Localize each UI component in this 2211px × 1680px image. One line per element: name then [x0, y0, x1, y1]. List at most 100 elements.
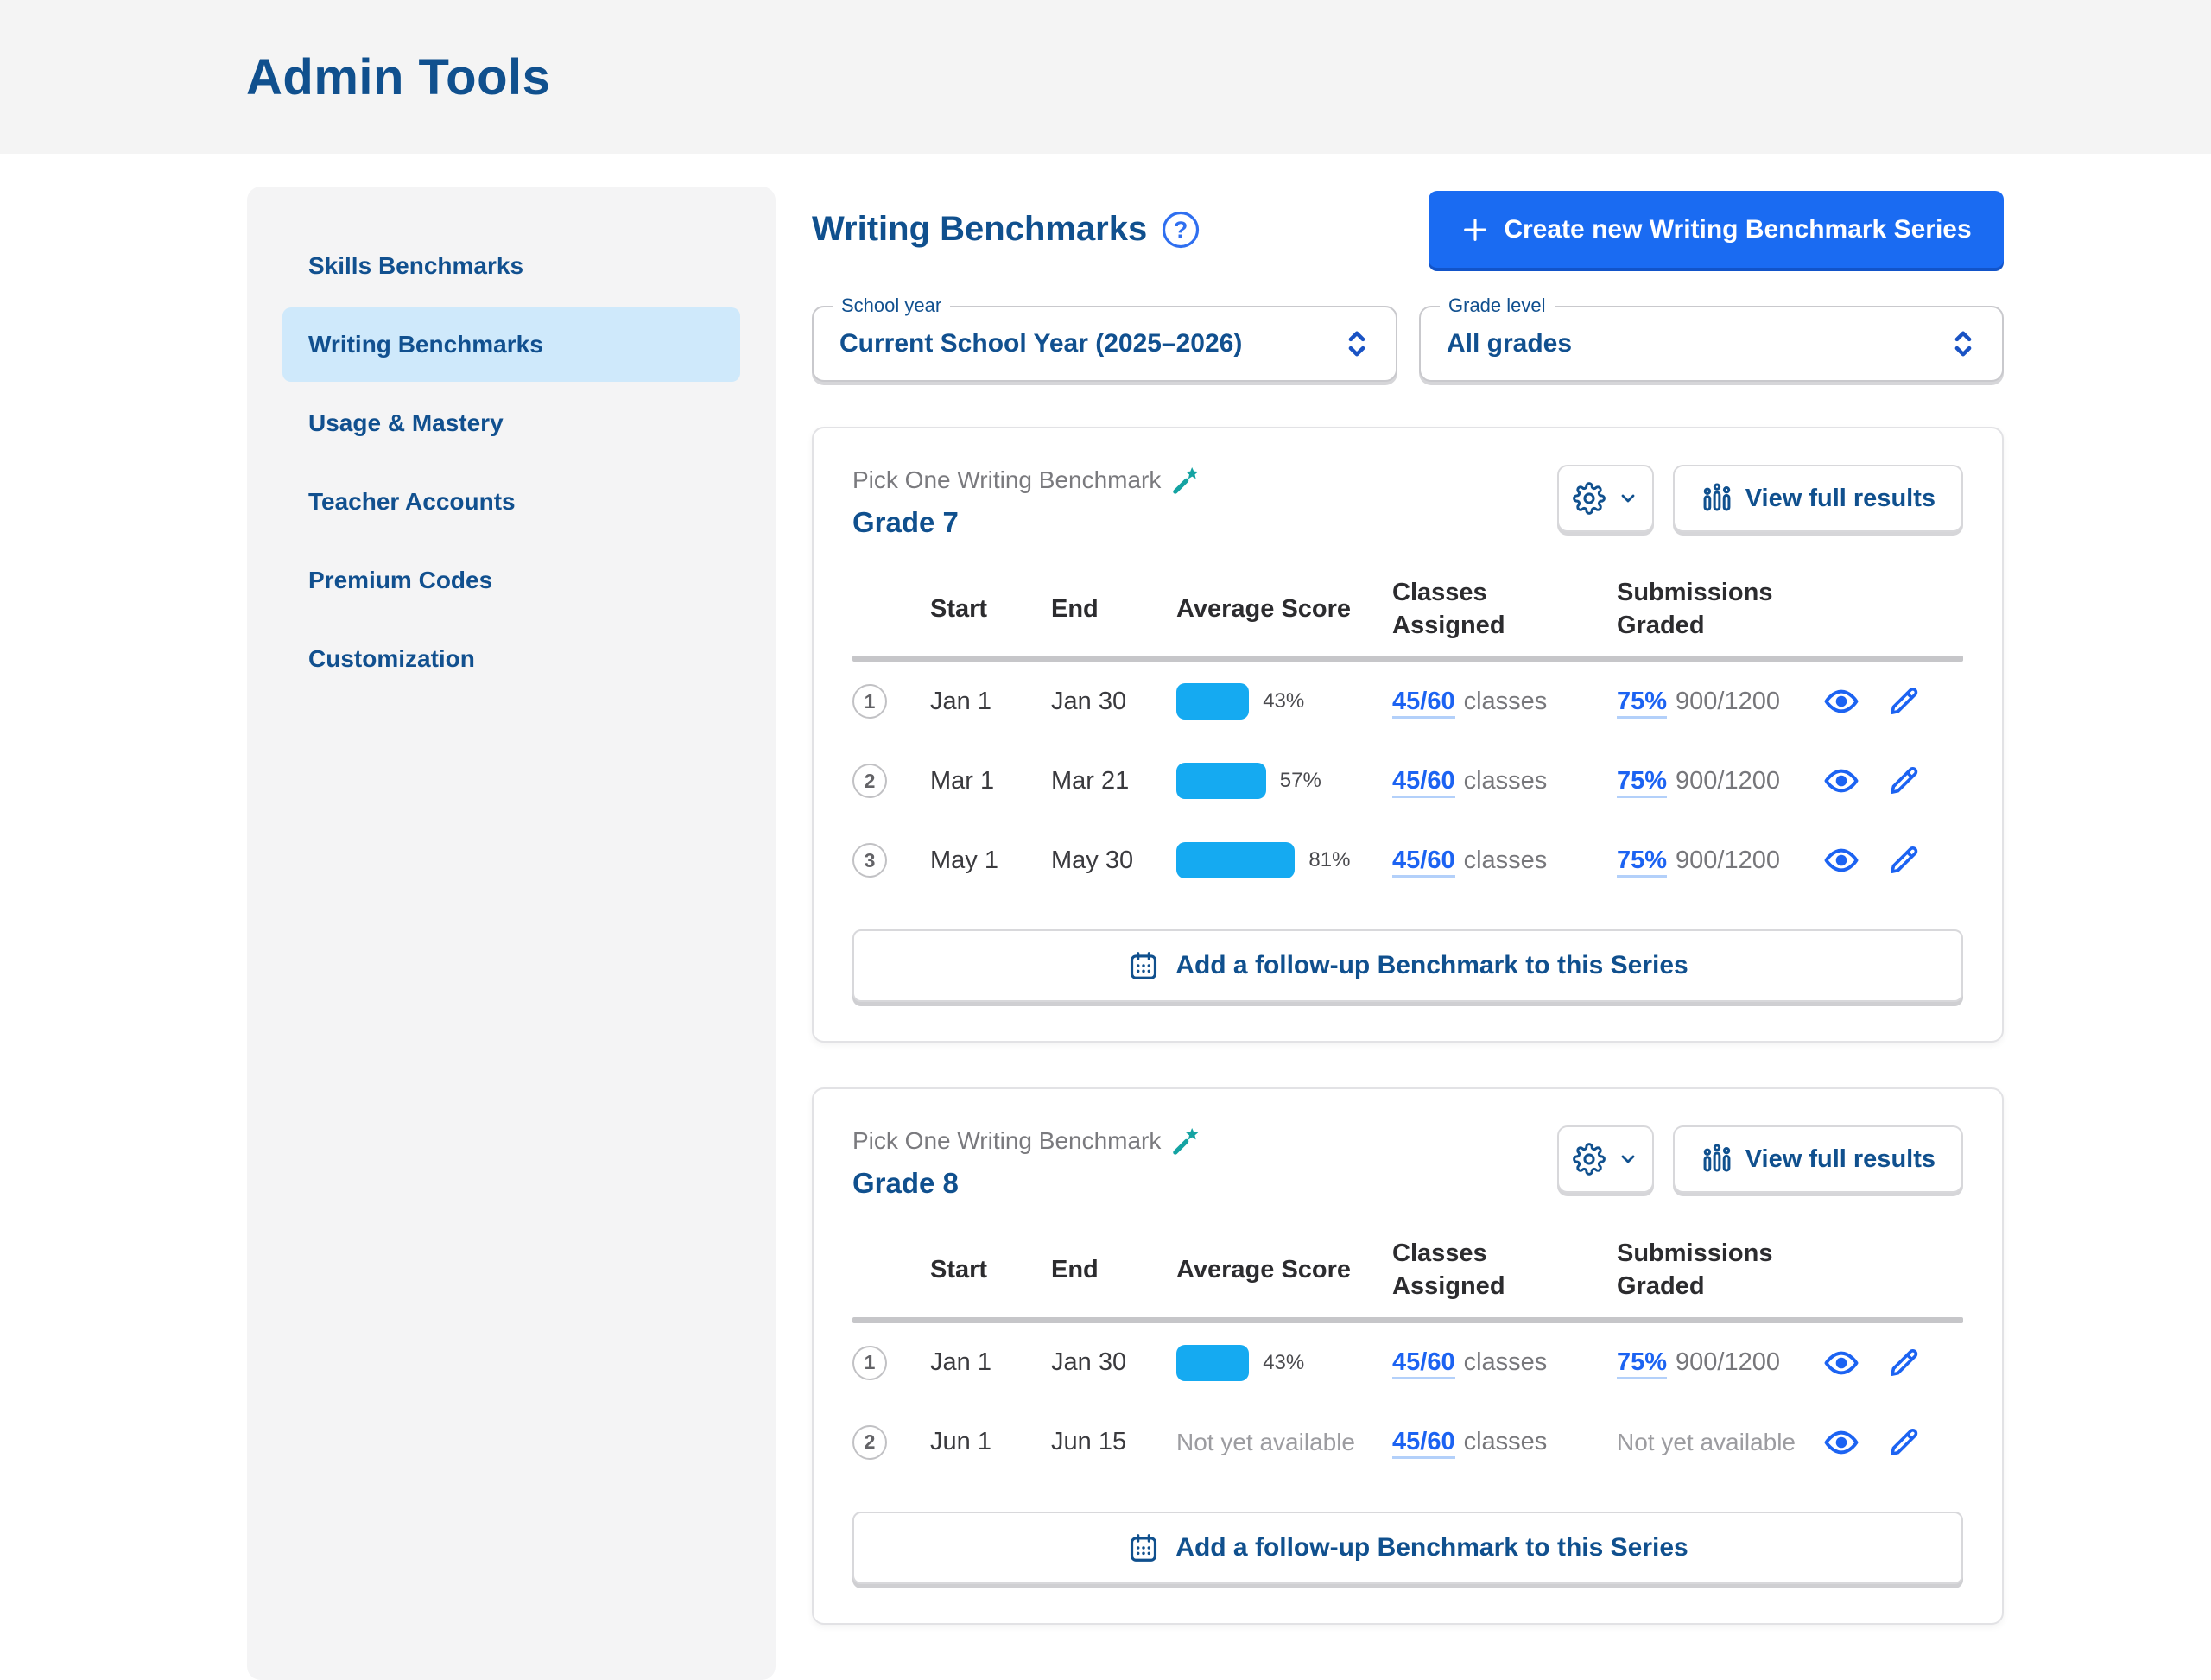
edit-row-button[interactable]	[1885, 842, 1922, 878]
classes-suffix: classes	[1464, 767, 1548, 795]
benchmark-card-grade-8: Pick One Writing Benchmark Grade 8 View …	[812, 1087, 2004, 1624]
edit-row-button[interactable]	[1885, 1424, 1922, 1461]
classes-suffix: classes	[1464, 688, 1548, 715]
average-score-label: 81%	[1308, 848, 1350, 872]
benchmark-row-1: 1 Jan 1 Jan 30 43% 45/60classes 75%900/1…	[852, 1323, 1963, 1403]
results-chart-icon	[1701, 482, 1733, 515]
sidebar-item-premium-codes[interactable]: Premium Codes	[282, 543, 740, 618]
eye-icon	[1823, 763, 1859, 799]
classes-assigned-link[interactable]: 45/60	[1392, 1348, 1455, 1379]
series-settings-button[interactable]	[1557, 465, 1654, 532]
select-chevrons-icon	[1948, 326, 1978, 361]
table-divider	[852, 1317, 1963, 1323]
edit-row-button[interactable]	[1885, 683, 1922, 720]
classes-assigned-link[interactable]: 45/60	[1392, 688, 1455, 719]
help-icon[interactable]: ?	[1161, 210, 1201, 250]
submissions-graded-link[interactable]: 75%	[1617, 1348, 1667, 1379]
view-row-button[interactable]	[1823, 683, 1859, 720]
view-row-button[interactable]	[1823, 1345, 1859, 1381]
school-year-value: Current School Year (2025–2026)	[839, 329, 1242, 358]
series-grade: Grade 8	[852, 1167, 1202, 1200]
row-number-badge: 1	[852, 1346, 887, 1380]
create-button-label: Create new Writing Benchmark Series	[1504, 215, 1971, 244]
calendar-icon	[1127, 1531, 1160, 1564]
classes-assigned-link[interactable]: 45/60	[1392, 1428, 1455, 1459]
end-date: Jun 15	[1051, 1428, 1176, 1456]
page-title: Admin Tools	[246, 48, 550, 106]
submissions-count: 900/1200	[1676, 688, 1780, 715]
section-title: Writing Benchmarks	[812, 210, 1147, 249]
average-score-label: 57%	[1280, 769, 1321, 793]
main-content: Writing Benchmarks ? Create new Writing …	[812, 187, 2004, 1680]
plus-icon	[1460, 215, 1490, 244]
create-benchmark-series-button[interactable]: Create new Writing Benchmark Series	[1429, 191, 2004, 268]
col-end: End	[1051, 588, 1176, 631]
col-submissions-graded: Submissions Graded	[1617, 572, 1798, 647]
add-followup-label: Add a follow-up Benchmark to this Series	[1175, 951, 1688, 980]
end-date: Jan 30	[1051, 688, 1176, 716]
sidebar-item-skills-benchmarks[interactable]: Skills Benchmarks	[282, 229, 740, 303]
grade-level-select[interactable]: Grade level All grades	[1419, 306, 2004, 382]
chevron-down-icon	[1618, 488, 1638, 509]
pencil-icon	[1885, 842, 1922, 878]
sidebar-item-customization[interactable]: Customization	[282, 622, 740, 696]
submissions-count: 900/1200	[1676, 767, 1780, 795]
submissions-graded-link[interactable]: 75%	[1617, 688, 1667, 719]
edit-row-button[interactable]	[1885, 1345, 1922, 1381]
series-type: Pick One Writing Benchmark	[852, 1125, 1202, 1157]
eye-icon	[1823, 1345, 1859, 1381]
average-score-label: 43%	[1263, 1351, 1304, 1375]
start-date: Jan 1	[930, 688, 1051, 716]
col-classes-assigned: Classes Assigned	[1392, 572, 1548, 647]
table-header-row: Start End Average Score Classes Assigned…	[852, 572, 1963, 647]
pencil-icon	[1885, 1424, 1922, 1461]
col-end: End	[1051, 1249, 1176, 1292]
average-score-bar	[1176, 842, 1295, 878]
pencil-icon	[1885, 1345, 1922, 1381]
sidebar-item-usage-mastery[interactable]: Usage & Mastery	[282, 386, 740, 460]
start-date: Mar 1	[930, 767, 1051, 796]
submissions-graded-link[interactable]: 75%	[1617, 767, 1667, 798]
end-date: May 30	[1051, 846, 1176, 875]
submissions-graded-link[interactable]: 75%	[1617, 846, 1667, 878]
series-type: Pick One Writing Benchmark	[852, 465, 1202, 496]
pencil-icon	[1885, 683, 1922, 720]
average-score-label: 43%	[1263, 689, 1304, 713]
classes-assigned-link[interactable]: 45/60	[1392, 767, 1455, 798]
eye-icon	[1823, 842, 1859, 878]
select-chevrons-icon	[1342, 326, 1372, 361]
view-full-results-button[interactable]: View full results	[1673, 1125, 1963, 1193]
classes-assigned-link[interactable]: 45/60	[1392, 846, 1455, 878]
average-score-bar	[1176, 683, 1249, 720]
chevron-down-icon	[1618, 1149, 1638, 1170]
edit-row-button[interactable]	[1885, 763, 1922, 799]
add-followup-benchmark-button[interactable]: Add a follow-up Benchmark to this Series	[852, 929, 1963, 1002]
view-full-results-button[interactable]: View full results	[1673, 465, 1963, 532]
view-row-button[interactable]	[1823, 763, 1859, 799]
sidebar-item-writing-benchmarks[interactable]: Writing Benchmarks	[282, 307, 740, 382]
eye-icon	[1823, 683, 1859, 720]
sidebar-item-teacher-accounts[interactable]: Teacher Accounts	[282, 465, 740, 539]
submissions-count: 900/1200	[1676, 1348, 1780, 1376]
row-number-badge: 3	[852, 843, 887, 878]
grade-level-value: All grades	[1447, 329, 1572, 358]
col-average-score: Average Score	[1176, 588, 1392, 631]
series-settings-button[interactable]	[1557, 1125, 1654, 1193]
start-date: May 1	[930, 846, 1051, 875]
row-number-badge: 2	[852, 764, 887, 798]
magic-wand-icon	[1171, 1125, 1202, 1157]
add-followup-benchmark-button[interactable]: Add a follow-up Benchmark to this Series	[852, 1512, 1963, 1584]
school-year-select[interactable]: School year Current School Year (2025–20…	[812, 306, 1397, 382]
classes-suffix: classes	[1464, 846, 1548, 874]
gear-icon	[1573, 482, 1606, 515]
app-header: Admin Tools	[0, 0, 2211, 154]
benchmark-row-2: 2 Mar 1 Mar 21 57% 45/60classes 75%900/1…	[852, 741, 1963, 821]
average-score-bar	[1176, 763, 1266, 799]
series-type-label: Pick One Writing Benchmark	[852, 466, 1161, 494]
add-followup-label: Add a follow-up Benchmark to this Series	[1175, 1533, 1688, 1563]
view-row-button[interactable]	[1823, 1424, 1859, 1461]
table-header-row: Start End Average Score Classes Assigned…	[852, 1233, 1963, 1308]
benchmark-card-grade-7: Pick One Writing Benchmark Grade 7 View …	[812, 427, 2004, 1043]
average-score-bar	[1176, 1345, 1249, 1381]
view-row-button[interactable]	[1823, 842, 1859, 878]
